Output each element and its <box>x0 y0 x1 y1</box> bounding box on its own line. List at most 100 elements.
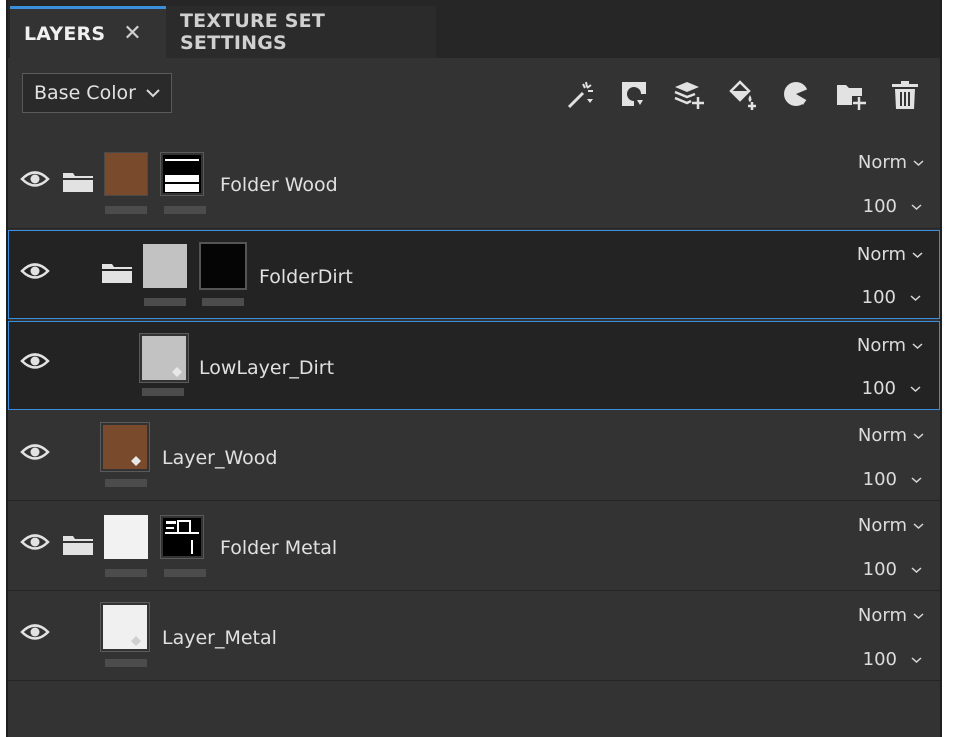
chevron-down-icon <box>910 294 921 301</box>
blend-mode-select[interactable]: Norm <box>858 515 924 536</box>
eye-icon[interactable] <box>20 531 50 553</box>
delete-icon[interactable] <box>888 78 922 112</box>
layer-tools <box>564 78 922 112</box>
tab-layers-label: LAYERS <box>24 22 106 45</box>
magic-wand-icon[interactable] <box>564 78 598 112</box>
blend-mode-select[interactable]: Norm <box>857 244 923 265</box>
folder-icon[interactable] <box>62 170 94 194</box>
opacity-select[interactable]: 100 <box>862 287 921 308</box>
opacity-value: 100 <box>861 378 896 399</box>
add-folder-icon[interactable] <box>834 78 868 112</box>
blend-mode-value: Norm <box>857 425 907 446</box>
chevron-down-icon <box>912 342 923 349</box>
chevron-down-icon <box>911 476 922 483</box>
add-mask-icon[interactable] <box>618 78 652 112</box>
chevron-down-icon <box>912 251 923 258</box>
blend-mode-select[interactable]: Norm <box>858 425 924 446</box>
eye-icon[interactable] <box>20 168 50 190</box>
layer-row-layer-metal[interactable]: Layer_Metal Norm 100 <box>8 591 940 681</box>
opacity-select[interactable]: 100 <box>863 469 922 490</box>
mask-bar <box>164 569 206 577</box>
layer-name[interactable]: Layer_Wood <box>162 447 277 469</box>
chevron-down-icon <box>913 159 924 166</box>
layer-name[interactable]: Folder Metal <box>220 537 337 559</box>
layer-name[interactable]: Layer_Metal <box>162 627 277 649</box>
opacity-value: 100 <box>862 196 897 217</box>
channel-select-value: Base Color <box>34 82 136 104</box>
thumbnail-bar <box>105 569 147 577</box>
eye-icon[interactable] <box>20 260 50 282</box>
thumbnail-bar <box>105 659 147 667</box>
thumbnail-bar <box>105 479 147 487</box>
blend-mode-value: Norm <box>856 244 906 265</box>
layers-toolbar: Base Color <box>8 58 940 139</box>
thumbnail-bar <box>142 388 184 396</box>
opacity-select[interactable]: 100 <box>863 649 922 670</box>
chevron-down-icon <box>913 522 924 529</box>
eye-icon[interactable] <box>20 621 50 643</box>
channel-select[interactable]: Base Color <box>22 73 172 113</box>
eye-icon[interactable] <box>20 441 50 463</box>
chevron-down-icon <box>913 612 924 619</box>
thumbnail-bar <box>144 298 186 306</box>
layer-list: Folder Wood Norm 100 FolderDirt Norm 100… <box>8 138 940 681</box>
thumbnail-bar <box>105 206 147 214</box>
mask-thumbnail[interactable] <box>160 515 204 559</box>
layer-thumbnail[interactable] <box>143 244 187 288</box>
blend-mode-value: Norm <box>857 515 907 536</box>
opacity-select[interactable]: 100 <box>863 559 922 580</box>
chevron-down-icon <box>913 432 924 439</box>
chevron-down-icon <box>146 89 160 98</box>
layer-name[interactable]: FolderDirt <box>259 266 353 288</box>
layer-name[interactable]: LowLayer_Dirt <box>199 357 334 379</box>
layer-row-lowlayer-dirt[interactable]: LowLayer_Dirt Norm 100 <box>8 321 940 410</box>
opacity-value: 100 <box>862 559 897 580</box>
blend-mode-value: Norm <box>857 605 907 626</box>
layer-thumbnail[interactable] <box>100 422 150 472</box>
folder-icon[interactable] <box>101 261 133 285</box>
blend-mode-select[interactable]: Norm <box>858 152 924 173</box>
tab-bar: LAYERS ✕ TEXTURE SET SETTINGS <box>8 0 940 58</box>
add-fill-layer-icon[interactable] <box>726 78 760 112</box>
layer-thumbnail[interactable] <box>104 152 148 196</box>
layer-row-folder-wood[interactable]: Folder Wood Norm 100 <box>8 138 940 229</box>
mask-bar <box>164 206 206 214</box>
layer-thumbnail[interactable] <box>139 333 189 383</box>
add-effect-icon[interactable] <box>780 78 814 112</box>
opacity-select[interactable]: 100 <box>863 196 922 217</box>
opacity-value: 100 <box>861 287 896 308</box>
layer-thumbnail[interactable] <box>104 515 148 559</box>
fill-layer-preview <box>142 336 186 380</box>
blend-mode-value: Norm <box>856 335 906 356</box>
tab-texture-set-settings[interactable]: TEXTURE SET SETTINGS <box>166 6 436 58</box>
chevron-down-icon <box>911 566 922 573</box>
eye-icon[interactable] <box>20 350 50 372</box>
mask-bar <box>202 298 244 306</box>
blend-mode-select[interactable]: Norm <box>858 605 924 626</box>
chevron-down-icon <box>911 656 922 663</box>
mask-thumbnail[interactable] <box>199 242 247 290</box>
opacity-value: 100 <box>862 649 897 670</box>
mask-preview <box>163 518 201 556</box>
tab-texture-set-settings-label: TEXTURE SET SETTINGS <box>180 10 326 54</box>
fill-layer-preview <box>103 605 147 649</box>
layer-thumbnail[interactable] <box>100 602 150 652</box>
folder-icon[interactable] <box>62 533 94 557</box>
layer-row-folder-dirt[interactable]: FolderDirt Norm 100 <box>8 230 940 319</box>
chevron-down-icon <box>911 203 922 210</box>
close-icon[interactable]: ✕ <box>123 21 142 46</box>
opacity-select[interactable]: 100 <box>862 378 921 399</box>
layer-row-layer-wood[interactable]: Layer_Wood Norm 100 <box>8 411 940 501</box>
mask-preview <box>163 155 201 193</box>
blend-mode-value: Norm <box>857 152 907 173</box>
chevron-down-icon <box>910 385 921 392</box>
fill-layer-preview <box>103 425 147 469</box>
blend-mode-select[interactable]: Norm <box>857 335 923 356</box>
tab-layers[interactable]: LAYERS ✕ <box>10 6 166 58</box>
mask-thumbnail[interactable] <box>160 152 204 196</box>
layer-row-folder-metal[interactable]: Folder Metal Norm 100 <box>8 501 940 591</box>
layer-name[interactable]: Folder Wood <box>220 174 338 196</box>
add-layer-icon[interactable] <box>672 78 706 112</box>
layers-panel: LAYERS ✕ TEXTURE SET SETTINGS Base Color <box>6 0 942 737</box>
opacity-value: 100 <box>862 469 897 490</box>
